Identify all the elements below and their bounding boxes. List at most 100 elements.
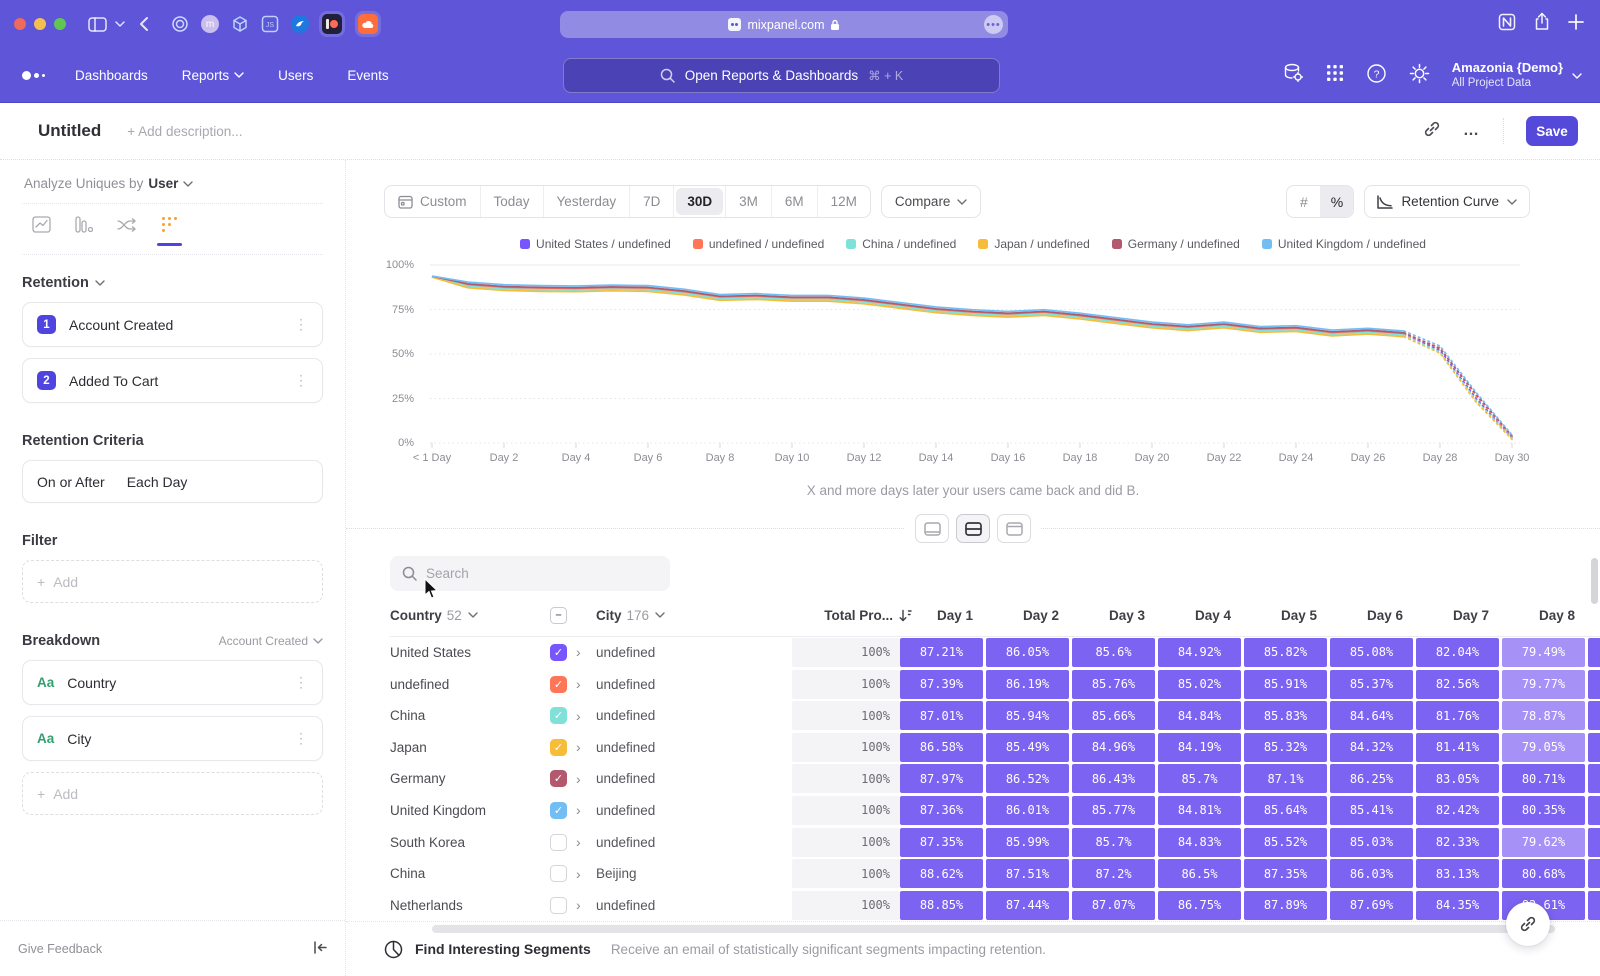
report-title[interactable]: Untitled [38, 121, 101, 141]
address-bar[interactable]: mixpanel.com ••• [560, 11, 1008, 38]
extension-patreon-icon[interactable] [319, 11, 345, 37]
add-breakdown-button[interactable]: + Add [22, 772, 323, 815]
retention-cell[interactable]: 82.33% [1416, 828, 1502, 857]
legend-item[interactable]: Japan / undefined [978, 237, 1089, 251]
row-checkbox[interactable]: ✓ [550, 770, 567, 787]
tab-funnels[interactable] [75, 216, 93, 244]
retention-cell[interactable]: 79.77% [1502, 670, 1588, 699]
help-icon[interactable]: ? [1366, 63, 1387, 89]
country-cell[interactable]: United Kingdom [390, 803, 486, 818]
chevron-down-icon[interactable] [115, 20, 125, 28]
row-checkbox[interactable] [550, 897, 567, 914]
column-country[interactable]: Country 52 [390, 608, 550, 623]
expand-row-icon[interactable]: › [576, 644, 596, 660]
tab-retention[interactable] [161, 216, 178, 244]
country-cell[interactable]: China [390, 866, 425, 881]
breakdown-property-label[interactable]: Country [67, 675, 116, 691]
layout-split-button[interactable] [956, 514, 990, 543]
layout-chart-only-button[interactable] [915, 514, 949, 543]
country-cell[interactable]: China [390, 708, 425, 723]
retention-cell[interactable]: 86.75% [1158, 891, 1244, 920]
retention-cell[interactable]: 85.91% [1244, 670, 1330, 699]
retention-cell[interactable]: 86.52% [986, 764, 1072, 793]
criteria-condition[interactable]: On or After [37, 474, 105, 490]
kebab-menu-icon[interactable]: ⋮ [294, 674, 308, 691]
extension-js-icon[interactable]: JS [261, 15, 279, 33]
city-cell[interactable]: undefined [596, 803, 655, 818]
vertical-scrollbar[interactable] [1591, 558, 1598, 604]
apps-grid-icon[interactable] [1326, 64, 1344, 87]
legend-item[interactable]: United States / undefined [520, 237, 671, 251]
column-day-6[interactable]: Day 6 [1342, 608, 1428, 623]
retention-cell[interactable]: 85.7% [1072, 828, 1158, 857]
column-total[interactable]: Total Pro... [804, 608, 912, 623]
retention-cell[interactable]: 87.69% [1330, 891, 1416, 920]
column-day-7[interactable]: Day 7 [1428, 608, 1514, 623]
retention-cell[interactable]: 83.13% [1416, 859, 1502, 888]
range-7d[interactable]: 7D [630, 186, 674, 217]
retention-cell[interactable]: 81.41% [1416, 733, 1502, 762]
retention-cell[interactable]: 86.5% [1158, 859, 1244, 888]
retention-cell[interactable]: 82.04% [1416, 638, 1502, 667]
retention-cell[interactable]: 84.84% [1158, 701, 1244, 730]
share-link-fab[interactable] [1506, 902, 1550, 946]
retention-cell[interactable]: 86.05% [986, 638, 1072, 667]
retention-cell[interactable]: 86.58% [900, 733, 986, 762]
retention-cell[interactable]: 87.01% [900, 701, 986, 730]
retention-cell[interactable]: 87.07% [1072, 891, 1158, 920]
expand-row-icon[interactable]: › [576, 897, 596, 913]
column-day-3[interactable]: Day 3 [1084, 608, 1170, 623]
browser-sidebar-icon[interactable] [88, 17, 107, 32]
city-cell[interactable]: undefined [596, 677, 655, 692]
notion-extension-icon[interactable] [1498, 13, 1516, 36]
retention-cell[interactable]: 88.62% [900, 859, 986, 888]
range-custom[interactable]: Custom [385, 186, 481, 217]
retention-cell[interactable]: 80.35% [1502, 796, 1588, 825]
breakdown-item-city[interactable]: AaCity⋮ [22, 716, 323, 761]
retention-cell[interactable]: 88.85% [900, 891, 986, 920]
add-description[interactable]: + Add description... [127, 124, 242, 139]
expand-row-icon[interactable]: › [576, 708, 596, 724]
extension-cube-icon[interactable] [231, 15, 249, 33]
city-cell[interactable]: Beijing [596, 866, 637, 881]
expand-row-icon[interactable]: › [576, 676, 596, 692]
country-cell[interactable]: Japan [390, 740, 427, 755]
retention-cell[interactable]: 84.96% [1072, 733, 1158, 762]
analyze-uniques-row[interactable]: Analyze Uniques by User [22, 160, 323, 204]
retention-cell[interactable]: 85.94% [986, 701, 1072, 730]
retention-cell[interactable]: 80.71% [1502, 764, 1588, 793]
breakdown-item-country[interactable]: AaCountry⋮ [22, 660, 323, 705]
collapse-sidebar-icon[interactable] [313, 941, 327, 957]
retention-cell[interactable]: 81.76% [1416, 701, 1502, 730]
row-checkbox[interactable]: ✓ [550, 676, 567, 693]
column-day-4[interactable]: Day 4 [1170, 608, 1256, 623]
retention-cell[interactable]: 84.64% [1330, 701, 1416, 730]
mixpanel-logo[interactable] [22, 71, 45, 80]
retention-cell[interactable]: 85.03% [1330, 828, 1416, 857]
retention-cell[interactable]: 85.49% [986, 733, 1072, 762]
city-cell[interactable]: undefined [596, 898, 655, 913]
retention-cell[interactable]: 84.35% [1416, 891, 1502, 920]
kebab-menu-icon[interactable]: ⋮ [294, 316, 308, 333]
retention-cell[interactable]: 87.35% [1244, 859, 1330, 888]
tab-flows[interactable] [117, 217, 137, 244]
extension-cloud-icon[interactable] [355, 11, 381, 37]
row-checkbox[interactable]: ✓ [550, 739, 567, 756]
extension-m-icon[interactable]: m [201, 15, 219, 33]
range-30d[interactable]: 30D [676, 188, 723, 215]
legend-item[interactable]: China / undefined [846, 237, 956, 251]
tab-insights[interactable] [32, 216, 51, 244]
column-day-1[interactable]: Day 1 [912, 608, 998, 623]
retention-cell[interactable]: 87.39% [900, 670, 986, 699]
row-checkbox[interactable]: ✓ [550, 802, 567, 819]
retention-cell[interactable]: 87.44% [986, 891, 1072, 920]
retention-section-heading[interactable]: Retention [22, 275, 323, 291]
retention-cell[interactable]: 87.35% [900, 828, 986, 857]
retention-cell[interactable]: 84.32% [1330, 733, 1416, 762]
retention-cell[interactable]: 84.81% [1158, 796, 1244, 825]
retention-cell[interactable]: 85.76% [1072, 670, 1158, 699]
extension-bird-icon[interactable] [291, 15, 309, 33]
retention-cell[interactable]: 83.05% [1416, 764, 1502, 793]
retention-cell[interactable]: 84.83% [1158, 828, 1244, 857]
minimize-window-button[interactable] [34, 18, 46, 30]
